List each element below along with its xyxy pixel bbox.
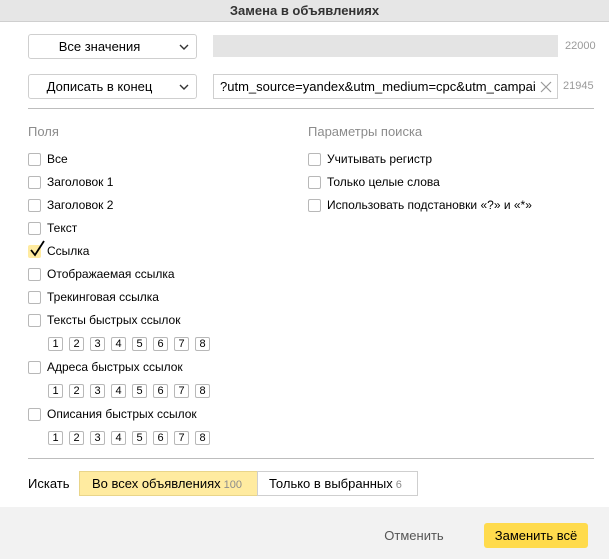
checkbox[interactable] xyxy=(28,153,41,166)
sitelink-number[interactable]: 4 xyxy=(111,431,126,445)
checkbox[interactable] xyxy=(308,176,321,189)
sitelink-number[interactable]: 3 xyxy=(90,337,105,351)
sitelink-number[interactable]: 6 xyxy=(153,384,168,398)
replace-all-button[interactable]: Заменить всё xyxy=(484,523,588,548)
checkmark-icon xyxy=(30,240,45,257)
scope-all-label: Во всех объявлениях xyxy=(92,476,221,491)
checkbox[interactable] xyxy=(28,176,41,189)
search-params-heading: Параметры поиска xyxy=(308,124,423,139)
replace-input-value: ?utm_source=yandex&utm_medium=cpc&utm_ca… xyxy=(220,79,536,94)
sitelink-number[interactable]: 7 xyxy=(174,337,189,351)
param-label: Учитывать регистр xyxy=(327,152,433,166)
sitelink-number[interactable]: 7 xyxy=(174,431,189,445)
field-label: Заголовок 1 xyxy=(47,175,114,189)
window-title: Замена в объявлениях xyxy=(229,3,380,18)
find-field xyxy=(213,35,558,57)
chevron-down-icon xyxy=(179,84,189,90)
checkbox[interactable] xyxy=(28,408,41,421)
window-titlebar: Замена в объявлениях xyxy=(0,0,609,22)
sitelink-number[interactable]: 1 xyxy=(48,337,63,351)
sitelink-number[interactable]: 8 xyxy=(195,337,210,351)
checkbox[interactable] xyxy=(308,153,321,166)
sitelink-number[interactable]: 8 xyxy=(195,384,210,398)
field-label: Трекинговая ссылка xyxy=(47,290,159,304)
sitelink-number[interactable]: 1 xyxy=(48,384,63,398)
scope-all-ads-button[interactable]: Во всех объявлениях 100 xyxy=(79,471,258,496)
fields-heading: Поля xyxy=(28,124,59,139)
param-label: Только целые слова xyxy=(327,175,440,189)
checkbox-checked[interactable] xyxy=(28,240,45,258)
param-label: Использовать подстановки «?» и «*» xyxy=(327,198,532,212)
sitelink-number[interactable]: 6 xyxy=(153,431,168,445)
cancel-button[interactable]: Отменить xyxy=(372,523,456,548)
field-label: Текст xyxy=(47,221,78,235)
sitelink-number[interactable]: 3 xyxy=(90,431,105,445)
sitelink-number[interactable]: 4 xyxy=(111,384,126,398)
mode-select-value: Дописать в конец xyxy=(46,79,153,94)
sitelink-number[interactable]: 1 xyxy=(48,431,63,445)
sitelink-number[interactable]: 6 xyxy=(153,337,168,351)
checkbox[interactable] xyxy=(28,222,41,235)
scope-selected-ads-button[interactable]: Только в выбранных 6 xyxy=(257,471,418,496)
sitelink-number[interactable]: 7 xyxy=(174,384,189,398)
sitelink-number[interactable]: 8 xyxy=(195,431,210,445)
field-label: Описания быстрых ссылок xyxy=(47,407,197,421)
field-label: Все xyxy=(47,152,68,166)
sitelink-number[interactable]: 5 xyxy=(132,337,147,351)
mode-select[interactable]: Дописать в конец xyxy=(28,74,197,99)
checkbox[interactable] xyxy=(28,268,41,281)
divider xyxy=(28,108,594,109)
checkbox[interactable] xyxy=(28,314,41,327)
divider xyxy=(28,458,594,459)
find-count: 22000 xyxy=(565,40,596,52)
scope-select-value: Все значения xyxy=(58,39,141,54)
scope-selected-count: 6 xyxy=(395,479,402,491)
sitelink-number[interactable]: 2 xyxy=(69,384,84,398)
scope-selected-label: Только в выбранных xyxy=(269,476,393,491)
clear-icon[interactable] xyxy=(540,81,552,93)
search-scope-label: Искать xyxy=(28,476,70,491)
field-label: Адреса быстрых ссылок xyxy=(47,360,183,374)
sitelink-number[interactable]: 4 xyxy=(111,337,126,351)
scope-select[interactable]: Все значения xyxy=(28,34,197,59)
sitelink-number[interactable]: 2 xyxy=(69,431,84,445)
scope-all-count: 100 xyxy=(223,479,243,491)
field-label: Заголовок 2 xyxy=(47,198,114,212)
sitelink-number[interactable]: 5 xyxy=(132,384,147,398)
checkbox[interactable] xyxy=(308,199,321,212)
field-label: Тексты быстрых ссылок xyxy=(47,313,181,327)
chevron-down-icon xyxy=(179,44,189,50)
sitelink-number[interactable]: 5 xyxy=(132,431,147,445)
sitelink-number[interactable]: 3 xyxy=(90,384,105,398)
replace-input[interactable]: ?utm_source=yandex&utm_medium=cpc&utm_ca… xyxy=(213,74,558,99)
checkbox[interactable] xyxy=(28,199,41,212)
field-label: Отображаемая ссылка xyxy=(47,267,175,281)
checkbox[interactable] xyxy=(28,361,41,374)
field-label: Ссылка xyxy=(47,244,90,258)
checkbox[interactable] xyxy=(28,291,41,304)
sitelink-number[interactable]: 2 xyxy=(69,337,84,351)
replace-count: 21945 xyxy=(563,80,594,92)
